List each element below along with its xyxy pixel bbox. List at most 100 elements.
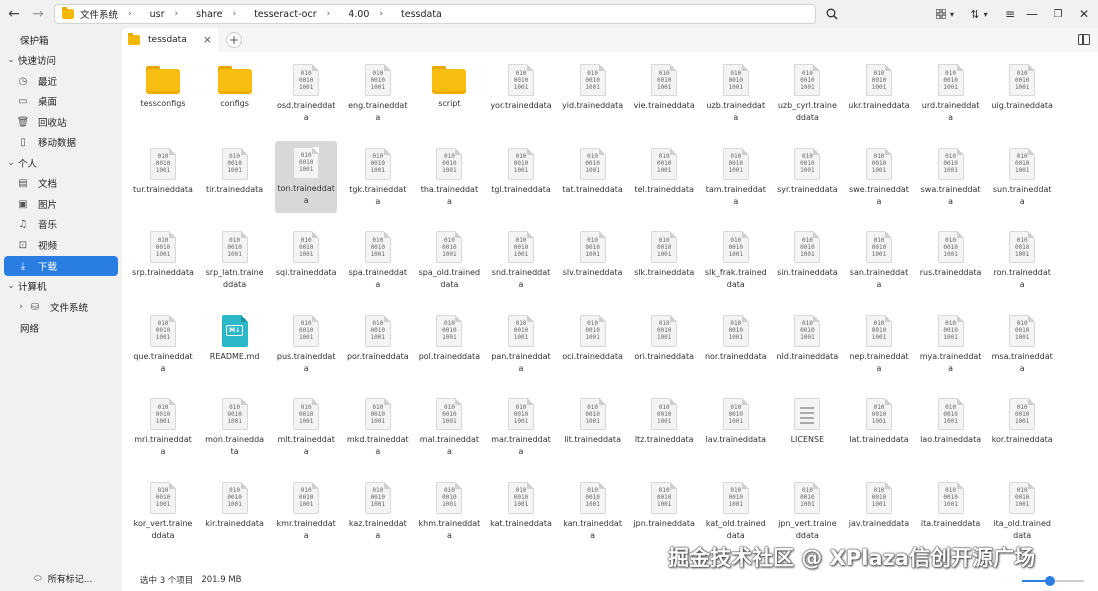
sidebar-item-downloads[interactable]: ⤓ 下载 [4, 256, 118, 276]
zoom-slider-handle[interactable] [1044, 576, 1055, 586]
search-button[interactable] [822, 4, 842, 24]
file-item[interactable]: 010 0010 1001 vie.traineddata [633, 58, 695, 112]
forward-button[interactable]: → [28, 4, 48, 24]
close-icon[interactable]: × [203, 33, 212, 46]
file-item[interactable]: 010 0010 1001 tel.traineddata [633, 142, 695, 196]
menu-button[interactable]: ≡ [1000, 4, 1020, 24]
file-item[interactable]: 010 0010 1001 tha.traineddata [418, 142, 480, 208]
file-item[interactable]: 010 0010 1001 mya.traineddata [920, 309, 982, 375]
file-item[interactable]: 010 0010 1001 mar.traineddata [490, 392, 552, 458]
minimize-button[interactable]: — [1022, 4, 1042, 24]
sidebar-section-computer[interactable]: ⌄ 计算机 [4, 276, 118, 296]
sort-button[interactable]: ⇅ ▾ [966, 4, 992, 24]
file-item[interactable]: 010 0010 1001 nld.traineddata [776, 309, 838, 363]
panel-toggle-button[interactable] [1078, 34, 1090, 45]
file-item[interactable]: 010 0010 1001 pan.traineddata [490, 309, 552, 375]
maximize-button[interactable]: ❐ [1048, 4, 1068, 24]
sidebar-item-desktop[interactable]: ▭ 桌面 [4, 91, 118, 111]
file-item[interactable]: 010 0010 1001 por.traineddata [347, 309, 409, 363]
breadcrumb-2[interactable]: share › [189, 5, 247, 23]
file-item[interactable]: 010 0010 1001 mri.traineddata [132, 392, 194, 458]
file-item[interactable]: 010 0010 1001 sin.traineddata [776, 225, 838, 279]
breadcrumb-1[interactable]: usr › [143, 5, 190, 23]
back-button[interactable]: ← [4, 4, 24, 24]
sidebar-network[interactable]: 网络 [4, 318, 118, 338]
file-item[interactable]: M↓ README.md [204, 309, 266, 363]
file-item[interactable]: 010 0010 1001 spa_old.traineddata [418, 225, 480, 291]
file-item[interactable]: 010 0010 1001 rus.traineddata [920, 225, 982, 279]
file-item[interactable]: LICENSE [776, 392, 838, 446]
sidebar-tags[interactable]: ⬭ 所有标记... [34, 572, 92, 586]
breadcrumb-5[interactable]: tessdata [394, 5, 449, 23]
file-item[interactable]: 010 0010 1001 san.traineddata [848, 225, 910, 291]
file-item[interactable]: 010 0010 1001 khm.traineddata [418, 476, 480, 542]
sidebar-item-documents[interactable]: ▤ 文档 [4, 173, 118, 193]
file-item[interactable]: 010 0010 1001 ltz.traineddata [633, 392, 695, 446]
breadcrumb-4[interactable]: 4.00 › [341, 5, 394, 23]
sidebar-item-trash[interactable]: 🗑 回收站 [4, 112, 118, 132]
sidebar-item-recent[interactable]: ◷ 最近 [4, 71, 118, 91]
file-item[interactable]: 010 0010 1001 msa.traineddata [991, 309, 1053, 375]
file-item[interactable]: 010 0010 1001 osd.traineddata [275, 58, 337, 124]
file-item[interactable]: 010 0010 1001 mlt.traineddata [275, 392, 337, 458]
file-item[interactable]: 010 0010 1001 tir.traineddata [204, 142, 266, 196]
sidebar-item-pictures[interactable]: ▣ 图片 [4, 194, 118, 214]
file-item[interactable]: 010 0010 1001 ukr.traineddata [848, 58, 910, 112]
file-item[interactable]: 010 0010 1001 kat.traineddata [490, 476, 552, 530]
sidebar-item-music[interactable]: ♫ 音乐 [4, 214, 118, 234]
file-item[interactable]: 010 0010 1001 oci.traineddata [562, 309, 624, 363]
file-item[interactable]: 010 0010 1001 ita.traineddata [920, 476, 982, 530]
file-item[interactable]: 010 0010 1001 urd.traineddata [920, 58, 982, 124]
file-item[interactable]: 010 0010 1001 lav.traineddata [705, 392, 767, 446]
tab-tessdata[interactable]: tessdata × [122, 28, 218, 52]
file-item[interactable]: 010 0010 1001 snd.traineddata [490, 225, 552, 291]
file-item[interactable]: 010 0010 1001 jpn.traineddata [633, 476, 695, 530]
file-item[interactable]: tessconfigs [132, 58, 194, 110]
file-item[interactable]: 010 0010 1001 srp_latn.traineddata [204, 225, 266, 291]
file-item[interactable]: 010 0010 1001 mon.traineddata [204, 392, 266, 458]
sidebar-item-mobile[interactable]: ▯ 移动数据 [4, 132, 118, 152]
file-item[interactable]: 010 0010 1001 slk.traineddata [633, 225, 695, 279]
sidebar-item-filesystem[interactable]: › ⛁ 文件系统 [4, 297, 118, 317]
file-item[interactable]: 010 0010 1001 spa.traineddata [347, 225, 409, 291]
file-item[interactable]: 010 0010 1001 nep.traineddata [848, 309, 910, 375]
sidebar-item-videos[interactable]: ⊡ 视频 [4, 235, 118, 255]
file-item[interactable]: 010 0010 1001 lit.traineddata [562, 392, 624, 446]
file-item[interactable]: 010 0010 1001 tur.traineddata [132, 142, 194, 196]
file-item[interactable]: 010 0010 1001 kir.traineddata [204, 476, 266, 530]
address-bar[interactable]: 文件系统 › usr › share › tesseract-ocr › 4.00 › tessda… [54, 4, 816, 24]
file-item[interactable]: script [418, 58, 480, 110]
file-item[interactable]: 010 0010 1001 tgl.traineddata [490, 142, 552, 196]
file-item[interactable]: 010 0010 1001 eng.traineddata [347, 58, 409, 124]
file-item[interactable]: 010 0010 1001 tat.traineddata [562, 142, 624, 196]
close-button[interactable]: ✕ [1074, 4, 1094, 24]
file-item[interactable]: 010 0010 1001 slk_frak.traineddata [705, 225, 767, 291]
file-item[interactable]: 010 0010 1001 lao.traineddata [920, 392, 982, 446]
file-item[interactable]: 010 0010 1001 swa.traineddata [920, 142, 982, 208]
file-item[interactable]: 010 0010 1001 swe.traineddata [848, 142, 910, 208]
sidebar-vault[interactable]: 保护箱 [4, 30, 118, 50]
sidebar-section-quick-access[interactable]: ⌄ 快速访问 [4, 50, 118, 70]
file-item[interactable]: 010 0010 1001 ron.traineddata [991, 225, 1053, 291]
file-item[interactable]: 010 0010 1001 kor_vert.traineddata [132, 476, 194, 542]
file-item[interactable]: 010 0010 1001 ton.traineddata [275, 140, 338, 213]
file-item[interactable]: configs [204, 58, 266, 110]
file-item[interactable]: 010 0010 1001 srp.traineddata [132, 225, 194, 279]
file-item[interactable]: 010 0010 1001 kor.traineddata [991, 392, 1053, 446]
file-item[interactable]: 010 0010 1001 jpn_vert.traineddata [776, 476, 838, 542]
file-item[interactable]: 010 0010 1001 nor.traineddata [705, 309, 767, 363]
file-item[interactable]: 010 0010 1001 slv.traineddata [562, 225, 624, 279]
file-item[interactable]: 010 0010 1001 sun.traineddata [991, 142, 1053, 208]
file-item[interactable]: 010 0010 1001 lat.traineddata [848, 392, 910, 446]
breadcrumb-3[interactable]: tesseract-ocr › [247, 5, 341, 23]
file-item[interactable]: 010 0010 1001 mal.traineddata [418, 392, 480, 458]
file-item[interactable]: 010 0010 1001 tam.traineddata [705, 142, 767, 208]
file-item[interactable]: 010 0010 1001 ita_old.traineddata [991, 476, 1053, 542]
file-item[interactable]: 010 0010 1001 uzb.traineddata [705, 58, 767, 124]
file-item[interactable]: 010 0010 1001 kaz.traineddata [347, 476, 409, 542]
file-item[interactable]: 010 0010 1001 mkd.traineddata [347, 392, 409, 458]
file-item[interactable]: 010 0010 1001 kmr.traineddata [275, 476, 337, 542]
file-item[interactable]: 010 0010 1001 yor.traineddata [490, 58, 552, 112]
file-item[interactable]: 010 0010 1001 kat_old.traineddata [705, 476, 767, 542]
file-item[interactable]: 010 0010 1001 syr.traineddata [776, 142, 838, 196]
